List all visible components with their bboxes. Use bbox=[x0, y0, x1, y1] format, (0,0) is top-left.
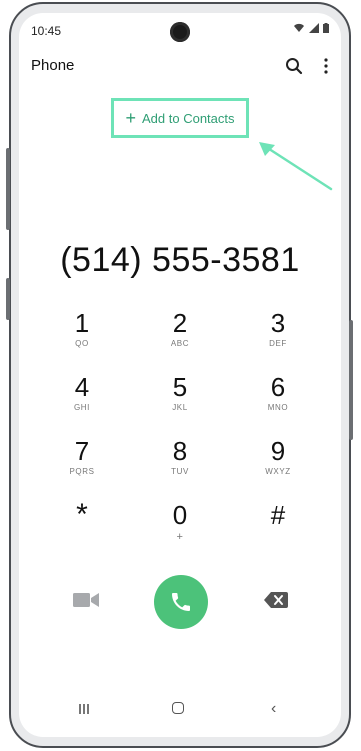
status-icons bbox=[293, 23, 329, 33]
voicemail-icon: QO bbox=[75, 339, 89, 348]
signal-icon bbox=[309, 23, 319, 33]
status-time: 10:45 bbox=[31, 24, 62, 38]
key-8[interactable]: 8 TUV bbox=[131, 437, 229, 501]
key-digit: 9 bbox=[270, 436, 286, 466]
key-5[interactable]: 5 JKL bbox=[131, 373, 229, 437]
key-letters: PQRS bbox=[69, 467, 95, 476]
key-1[interactable]: 1 QO bbox=[33, 309, 131, 373]
search-icon[interactable] bbox=[285, 57, 303, 75]
dial-keypad: 1 QO 2 ABC 3 DEF 4 GHI 5 JKL 6 MNO 7 PQR… bbox=[33, 309, 327, 565]
key-2[interactable]: 2 ABC bbox=[131, 309, 229, 373]
key-digit: 3 bbox=[270, 308, 286, 338]
wifi-icon bbox=[294, 23, 304, 32]
key-letters: MNO bbox=[267, 403, 289, 412]
video-call-icon[interactable] bbox=[73, 591, 99, 609]
app-title: Phone bbox=[31, 57, 75, 74]
key-digit: 2 bbox=[172, 308, 188, 338]
key-letters: ABC bbox=[170, 339, 190, 348]
front-camera bbox=[170, 22, 190, 42]
add-to-contacts-label: Add to Contacts bbox=[142, 110, 235, 126]
key-digit: # bbox=[270, 500, 286, 530]
annotation-arrow bbox=[259, 142, 333, 191]
key-digit: 7 bbox=[74, 436, 90, 466]
screen: 10:45 Phone + Add to Contacts (514) 555-… bbox=[19, 13, 341, 737]
battery-icon bbox=[323, 23, 329, 33]
system-navbar: ‹ bbox=[19, 699, 341, 723]
key-digit: * bbox=[76, 498, 88, 531]
key-letters: JKL bbox=[172, 403, 188, 412]
key-0[interactable]: 0 + bbox=[131, 501, 229, 565]
volume-button bbox=[6, 148, 10, 230]
key-6[interactable]: 6 MNO bbox=[229, 373, 327, 437]
key-letters: WXYZ bbox=[265, 467, 291, 476]
back-icon[interactable]: ‹ bbox=[271, 700, 276, 718]
key-star[interactable]: * bbox=[33, 498, 131, 565]
key-digit: 5 bbox=[172, 372, 188, 402]
key-letters: TUV bbox=[171, 467, 189, 476]
backspace-icon[interactable] bbox=[264, 592, 288, 608]
key-9[interactable]: 9 WXYZ bbox=[229, 437, 327, 501]
key-4[interactable]: 4 GHI bbox=[33, 373, 131, 437]
recents-icon[interactable] bbox=[78, 703, 90, 715]
dialer-actions bbox=[19, 573, 341, 629]
home-icon[interactable] bbox=[172, 702, 184, 714]
key-digit: 4 bbox=[74, 372, 90, 402]
key-letters: GHI bbox=[73, 403, 91, 412]
add-to-contacts-button[interactable]: + Add to Contacts bbox=[111, 98, 249, 138]
key-digit: 1 bbox=[74, 308, 90, 338]
key-letters: + bbox=[176, 531, 184, 543]
phone-icon bbox=[172, 593, 190, 611]
key-hash[interactable]: # bbox=[229, 501, 327, 565]
bixby-button bbox=[6, 278, 10, 320]
key-3[interactable]: 3 DEF bbox=[229, 309, 327, 373]
call-button[interactable] bbox=[154, 575, 208, 629]
key-digit: 0 bbox=[172, 500, 188, 530]
power-button bbox=[349, 320, 353, 440]
key-digit: 6 bbox=[270, 372, 286, 402]
key-letters: DEF bbox=[269, 339, 287, 348]
key-digit: 8 bbox=[172, 436, 188, 466]
key-7[interactable]: 7 PQRS bbox=[33, 437, 131, 501]
more-vert-icon[interactable] bbox=[323, 57, 329, 75]
plus-icon: + bbox=[125, 108, 136, 128]
dialed-number: (514) 555-3581 bbox=[60, 241, 300, 279]
